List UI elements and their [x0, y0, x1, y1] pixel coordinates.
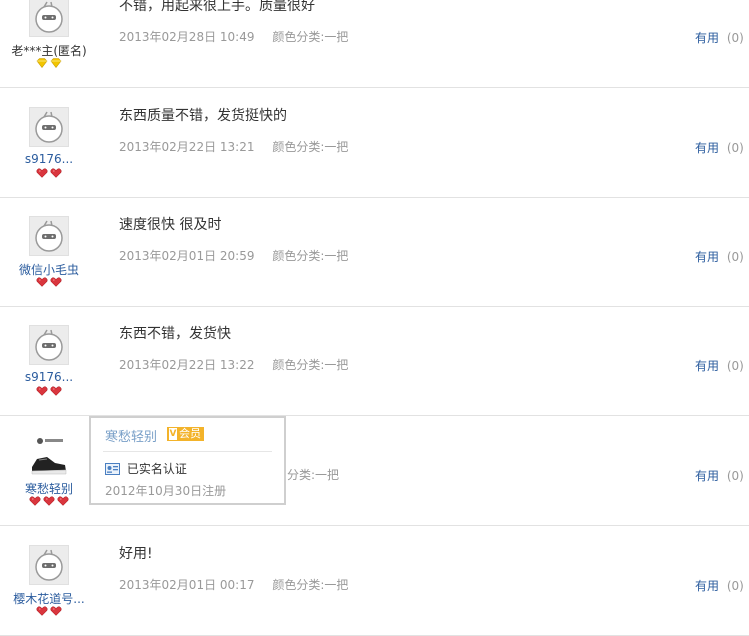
useful-count: (0)	[726, 31, 744, 45]
useful-button[interactable]: 有用 (0)	[695, 29, 744, 46]
default-avatar-icon	[35, 220, 63, 252]
review-date: 2013年02月22日 13:21	[119, 140, 255, 154]
review-item: s9176... 东西不错，发货快 2013年02月22日 13:22 颜色分类…	[0, 306, 749, 416]
red-heart-icon	[50, 168, 62, 178]
useful-label[interactable]: 有用	[695, 250, 719, 264]
review-sku: 颜色分类:一把	[272, 140, 349, 154]
review-date: 2013年02月28日 10:49	[119, 30, 255, 44]
review-meta: 2013年02月01日 00:17 颜色分类:一把	[119, 576, 348, 593]
useful-label[interactable]: 有用	[695, 579, 719, 593]
red-heart-icon	[29, 496, 41, 506]
useful-label[interactable]: 有用	[695, 31, 719, 45]
gold-diamond-icon	[36, 58, 48, 68]
popup-divider	[103, 451, 272, 452]
avatar[interactable]	[29, 107, 69, 147]
review-item: s9176... 东西质量不错，发货挺快的 2013年02月22日 13:21 …	[0, 88, 749, 198]
avatar[interactable]	[29, 216, 69, 256]
user-name[interactable]: s9176...	[0, 152, 98, 166]
review-content: 东西不错，发货快	[119, 326, 231, 342]
buyer-rank-badges	[0, 606, 98, 616]
user-name: 老***主(匿名)	[11, 44, 87, 58]
avatar[interactable]	[29, 325, 69, 365]
review-date: 2013年02月01日 20:59	[119, 249, 255, 263]
red-heart-icon	[43, 496, 55, 506]
review-meta: 2013年02月28日 10:49 颜色分类:一把	[119, 28, 348, 45]
review-date: 2013年02月22日 13:22	[119, 358, 255, 372]
useful-count: (0)	[726, 579, 744, 593]
useful-button[interactable]: 有用 (0)	[695, 357, 744, 374]
buyer-rank-badges	[0, 277, 98, 287]
user-name[interactable]: 微信小毛虫	[0, 261, 98, 278]
review-date: 2013年02月01日 00:17	[119, 578, 255, 592]
buyer-rank-badges	[0, 496, 98, 506]
popup-user-name[interactable]: 寒愁轻别	[105, 426, 157, 445]
review-content: 不错，用起来很上手。质量很好	[119, 0, 315, 14]
useful-button[interactable]: 有用 (0)	[695, 577, 744, 594]
review-sku: 颜色分类:一把	[272, 358, 349, 372]
buyer-rank-badges	[0, 58, 98, 68]
review-sku: 分类:一把	[287, 468, 340, 482]
avatar[interactable]	[29, 545, 69, 585]
review-item: 微信小毛虫 速度很快 很及时 2013年02月01日 20:59 颜色分类:一把…	[0, 197, 749, 307]
red-heart-icon	[57, 496, 69, 506]
useful-label[interactable]: 有用	[695, 469, 719, 483]
useful-label[interactable]: 有用	[695, 141, 719, 155]
default-avatar-icon	[35, 549, 63, 581]
red-heart-icon	[50, 606, 62, 616]
avatar-shoe-photo[interactable]	[29, 435, 69, 475]
useful-button[interactable]: 有用 (0)	[695, 139, 744, 156]
red-heart-icon	[36, 277, 48, 287]
useful-count: (0)	[726, 250, 744, 264]
default-avatar-icon	[35, 1, 63, 33]
id-card-icon	[105, 463, 120, 475]
red-heart-icon	[36, 606, 48, 616]
review-content: 好用!	[119, 546, 153, 562]
review-item: 樱木花道号... 好用! 2013年02月01日 00:17 颜色分类:一把 有…	[0, 526, 749, 636]
gold-diamond-icon	[50, 58, 62, 68]
user-name[interactable]: s9176...	[0, 370, 98, 384]
verified-label: 已实名认证	[126, 462, 187, 476]
review-meta: 2013年02月01日 20:59 颜色分类:一把	[119, 247, 348, 264]
shoe-image	[31, 438, 67, 475]
useful-button[interactable]: 有用 (0)	[695, 467, 744, 484]
useful-count: (0)	[726, 141, 744, 155]
red-heart-icon	[36, 386, 48, 396]
member-badge-label: 会员	[179, 427, 201, 440]
useful-count: (0)	[726, 469, 744, 483]
vip-icon: V	[169, 428, 177, 440]
review-sku: 颜色分类:一把	[272, 249, 349, 263]
member-badge: V 会员	[167, 427, 204, 441]
red-heart-icon	[50, 277, 62, 287]
user-info-popup: 寒愁轻别 V 会员 已实名认证 2012年10月30日注册	[89, 416, 286, 505]
review-content: 东西质量不错，发货挺快的	[119, 108, 287, 124]
review-sku: 颜色分类:一把	[272, 30, 349, 44]
default-avatar-icon	[35, 111, 63, 143]
verified-row: 已实名认证	[105, 460, 187, 477]
user-name[interactable]: 樱木花道号...	[0, 590, 98, 607]
review-meta: 2013年02月22日 13:21 颜色分类:一把	[119, 138, 348, 155]
review-meta: 2013年02月22日 13:22 颜色分类:一把	[119, 356, 348, 373]
review-content: 速度很快 很及时	[119, 217, 222, 233]
review-item: 老***主(匿名) 不错，用起来很上手。质量很好 2013年02月28日 10:…	[0, 0, 749, 88]
buyer-rank-badges	[0, 386, 98, 396]
useful-label[interactable]: 有用	[695, 359, 719, 373]
useful-count: (0)	[726, 359, 744, 373]
user-name[interactable]: 寒愁轻别	[0, 480, 98, 497]
avatar[interactable]	[29, 0, 69, 37]
default-avatar-icon	[35, 329, 63, 361]
review-sku: 颜色分类:一把	[272, 578, 349, 592]
red-heart-icon	[50, 386, 62, 396]
buyer-rank-badges	[0, 168, 98, 178]
useful-button[interactable]: 有用 (0)	[695, 248, 744, 265]
registered-date: 2012年10月30日注册	[105, 484, 227, 498]
red-heart-icon	[36, 168, 48, 178]
